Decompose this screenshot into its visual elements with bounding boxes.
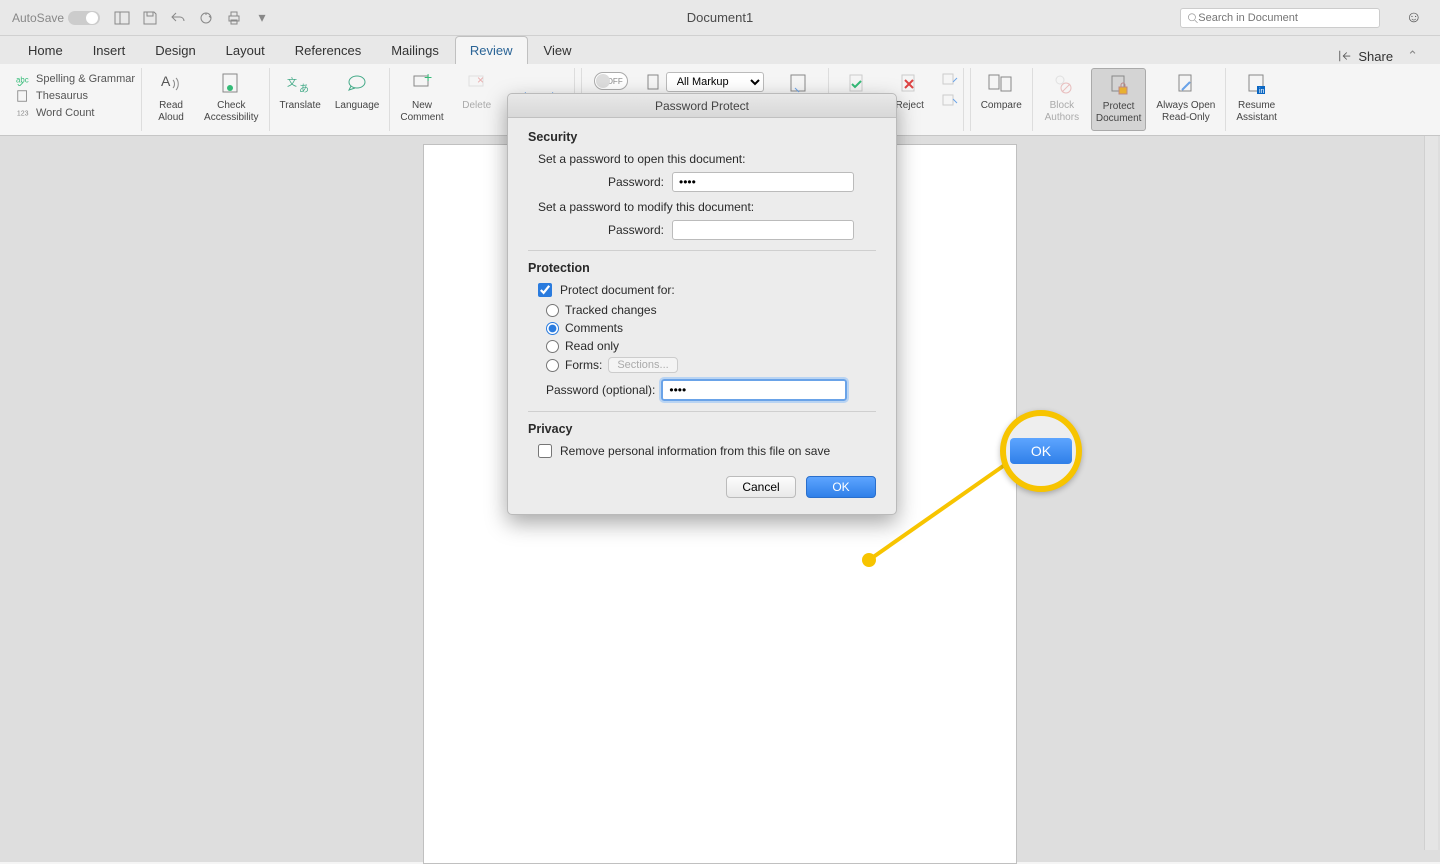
- remove-personal-label: Remove personal information from this fi…: [560, 444, 830, 458]
- read-only-radio[interactable]: [546, 340, 559, 353]
- tab-view[interactable]: View: [530, 37, 586, 64]
- language-button[interactable]: Language: [331, 68, 384, 131]
- proofing-group: abcSpelling & Grammar Thesaurus 123Word …: [10, 68, 142, 131]
- compare-button[interactable]: Compare: [977, 68, 1026, 131]
- svg-text:あ: あ: [299, 83, 309, 95]
- compare-icon: [987, 70, 1015, 98]
- callout-magnifier: OK: [1000, 410, 1082, 492]
- set-modify-password-label: Set a password to modify this document:: [538, 200, 876, 214]
- resume-assistant-button[interactable]: in Resume Assistant: [1232, 68, 1281, 131]
- save-icon[interactable]: [142, 10, 158, 26]
- comments-label: Comments: [565, 321, 623, 335]
- privacy-header: Privacy: [528, 422, 876, 436]
- autosave-label: AutoSave: [12, 11, 64, 25]
- svg-text:A: A: [161, 73, 171, 89]
- autosave-toggle[interactable]: AutoSave: [12, 11, 100, 25]
- delete-icon: ×: [465, 70, 489, 98]
- search-field[interactable]: [1198, 12, 1373, 24]
- password-label: Password:: [538, 175, 672, 189]
- track-changes-toggle[interactable]: OFF: [594, 72, 628, 90]
- svg-text:×: ×: [477, 73, 484, 87]
- block-authors-icon: [1050, 70, 1074, 98]
- new-comment-button[interactable]: + New Comment: [396, 68, 447, 131]
- thesaurus-button[interactable]: Thesaurus: [16, 89, 135, 103]
- next-change-button[interactable]: [941, 93, 961, 112]
- protection-header: Protection: [528, 261, 876, 275]
- security-header: Security: [528, 130, 876, 144]
- translate-icon: 文あ: [287, 70, 313, 98]
- tab-layout[interactable]: Layout: [212, 37, 279, 64]
- password-optional-label: Password (optional):: [546, 383, 655, 397]
- document-title: Document1: [687, 10, 753, 25]
- undo-icon[interactable]: [170, 10, 186, 26]
- collapse-ribbon-icon[interactable]: ⌃: [1407, 48, 1418, 64]
- protect-for-label: Protect document for:: [560, 283, 675, 297]
- title-bar: AutoSave ▾ Document1 ☺: [0, 0, 1440, 36]
- comments-radio[interactable]: [546, 322, 559, 335]
- share-button[interactable]: Share ⌃: [1330, 48, 1426, 64]
- accessibility-icon: [219, 70, 243, 98]
- dialog-title: Password Protect: [508, 94, 896, 118]
- password-protect-dialog: Password Protect Security Set a password…: [507, 93, 897, 515]
- document-icon: [646, 73, 662, 91]
- search-input[interactable]: [1180, 8, 1380, 28]
- always-open-readonly-button[interactable]: Always Open Read-Only: [1152, 68, 1219, 131]
- optional-password-input[interactable]: [661, 379, 847, 401]
- translate-button[interactable]: 文あ Translate: [276, 68, 325, 131]
- share-icon: [1338, 49, 1352, 63]
- autosave-switch-icon[interactable]: [68, 11, 100, 25]
- tab-home[interactable]: Home: [14, 37, 77, 64]
- ribbon-tabs: Home Insert Design Layout References Mai…: [0, 36, 1440, 64]
- svg-text:in: in: [1259, 88, 1265, 95]
- reject-icon: [898, 70, 922, 98]
- svg-text:文: 文: [287, 76, 297, 89]
- share-label: Share: [1358, 49, 1393, 64]
- search-icon: [1187, 12, 1198, 24]
- remove-personal-checkbox[interactable]: [538, 444, 552, 458]
- modify-password-input[interactable]: [672, 220, 854, 240]
- tab-mailings[interactable]: Mailings: [377, 37, 453, 64]
- tab-review[interactable]: Review: [455, 36, 528, 64]
- cancel-button[interactable]: Cancel: [726, 476, 796, 498]
- speaker-icon: A: [159, 70, 183, 98]
- change-nav-group: [939, 68, 964, 131]
- tab-insert[interactable]: Insert: [79, 37, 140, 64]
- set-open-password-label: Set a password to open this document:: [538, 152, 876, 166]
- vertical-scrollbar[interactable]: [1424, 136, 1438, 850]
- tab-references[interactable]: References: [281, 37, 375, 64]
- check-accessibility-button[interactable]: Check Accessibility: [200, 68, 262, 131]
- read-aloud-button[interactable]: A Read Aloud: [148, 68, 194, 131]
- previous-change-button[interactable]: [941, 72, 961, 91]
- tracked-changes-radio[interactable]: [546, 304, 559, 317]
- protect-for-checkbox[interactable]: [538, 283, 552, 297]
- new-comment-icon: +: [410, 70, 434, 98]
- language-icon: [345, 70, 369, 98]
- svg-text:123: 123: [17, 111, 29, 118]
- callout-ok-zoom: OK: [1010, 438, 1072, 464]
- protect-document-button[interactable]: Protect Document: [1091, 68, 1147, 131]
- tracked-changes-label: Tracked changes: [565, 303, 657, 317]
- feedback-icon[interactable]: ☺: [1406, 9, 1422, 27]
- lock-icon: [1107, 71, 1131, 99]
- markup-select[interactable]: All Markup: [666, 72, 764, 92]
- delete-comment-button[interactable]: × Delete: [454, 68, 500, 131]
- print-icon[interactable]: [226, 10, 242, 26]
- password-label-2: Password:: [538, 223, 672, 237]
- forms-radio[interactable]: [546, 359, 559, 372]
- open-password-input[interactable]: [672, 172, 854, 192]
- linkedin-icon: in: [1245, 70, 1269, 98]
- sections-button: Sections...: [608, 357, 677, 373]
- ok-button[interactable]: OK: [806, 476, 876, 498]
- customize-icon[interactable]: ▾: [254, 10, 270, 26]
- tab-design[interactable]: Design: [141, 37, 209, 64]
- sidebar-icon[interactable]: [114, 10, 130, 26]
- readonly-icon: [1174, 70, 1198, 98]
- svg-text:+: +: [424, 72, 432, 85]
- forms-label: Forms:: [565, 358, 602, 372]
- spelling-grammar-button[interactable]: abcSpelling & Grammar: [16, 72, 135, 86]
- redo-icon[interactable]: [198, 10, 214, 26]
- read-only-label: Read only: [565, 339, 619, 353]
- block-authors-button: Block Authors: [1039, 68, 1085, 131]
- word-count-button[interactable]: 123Word Count: [16, 106, 135, 120]
